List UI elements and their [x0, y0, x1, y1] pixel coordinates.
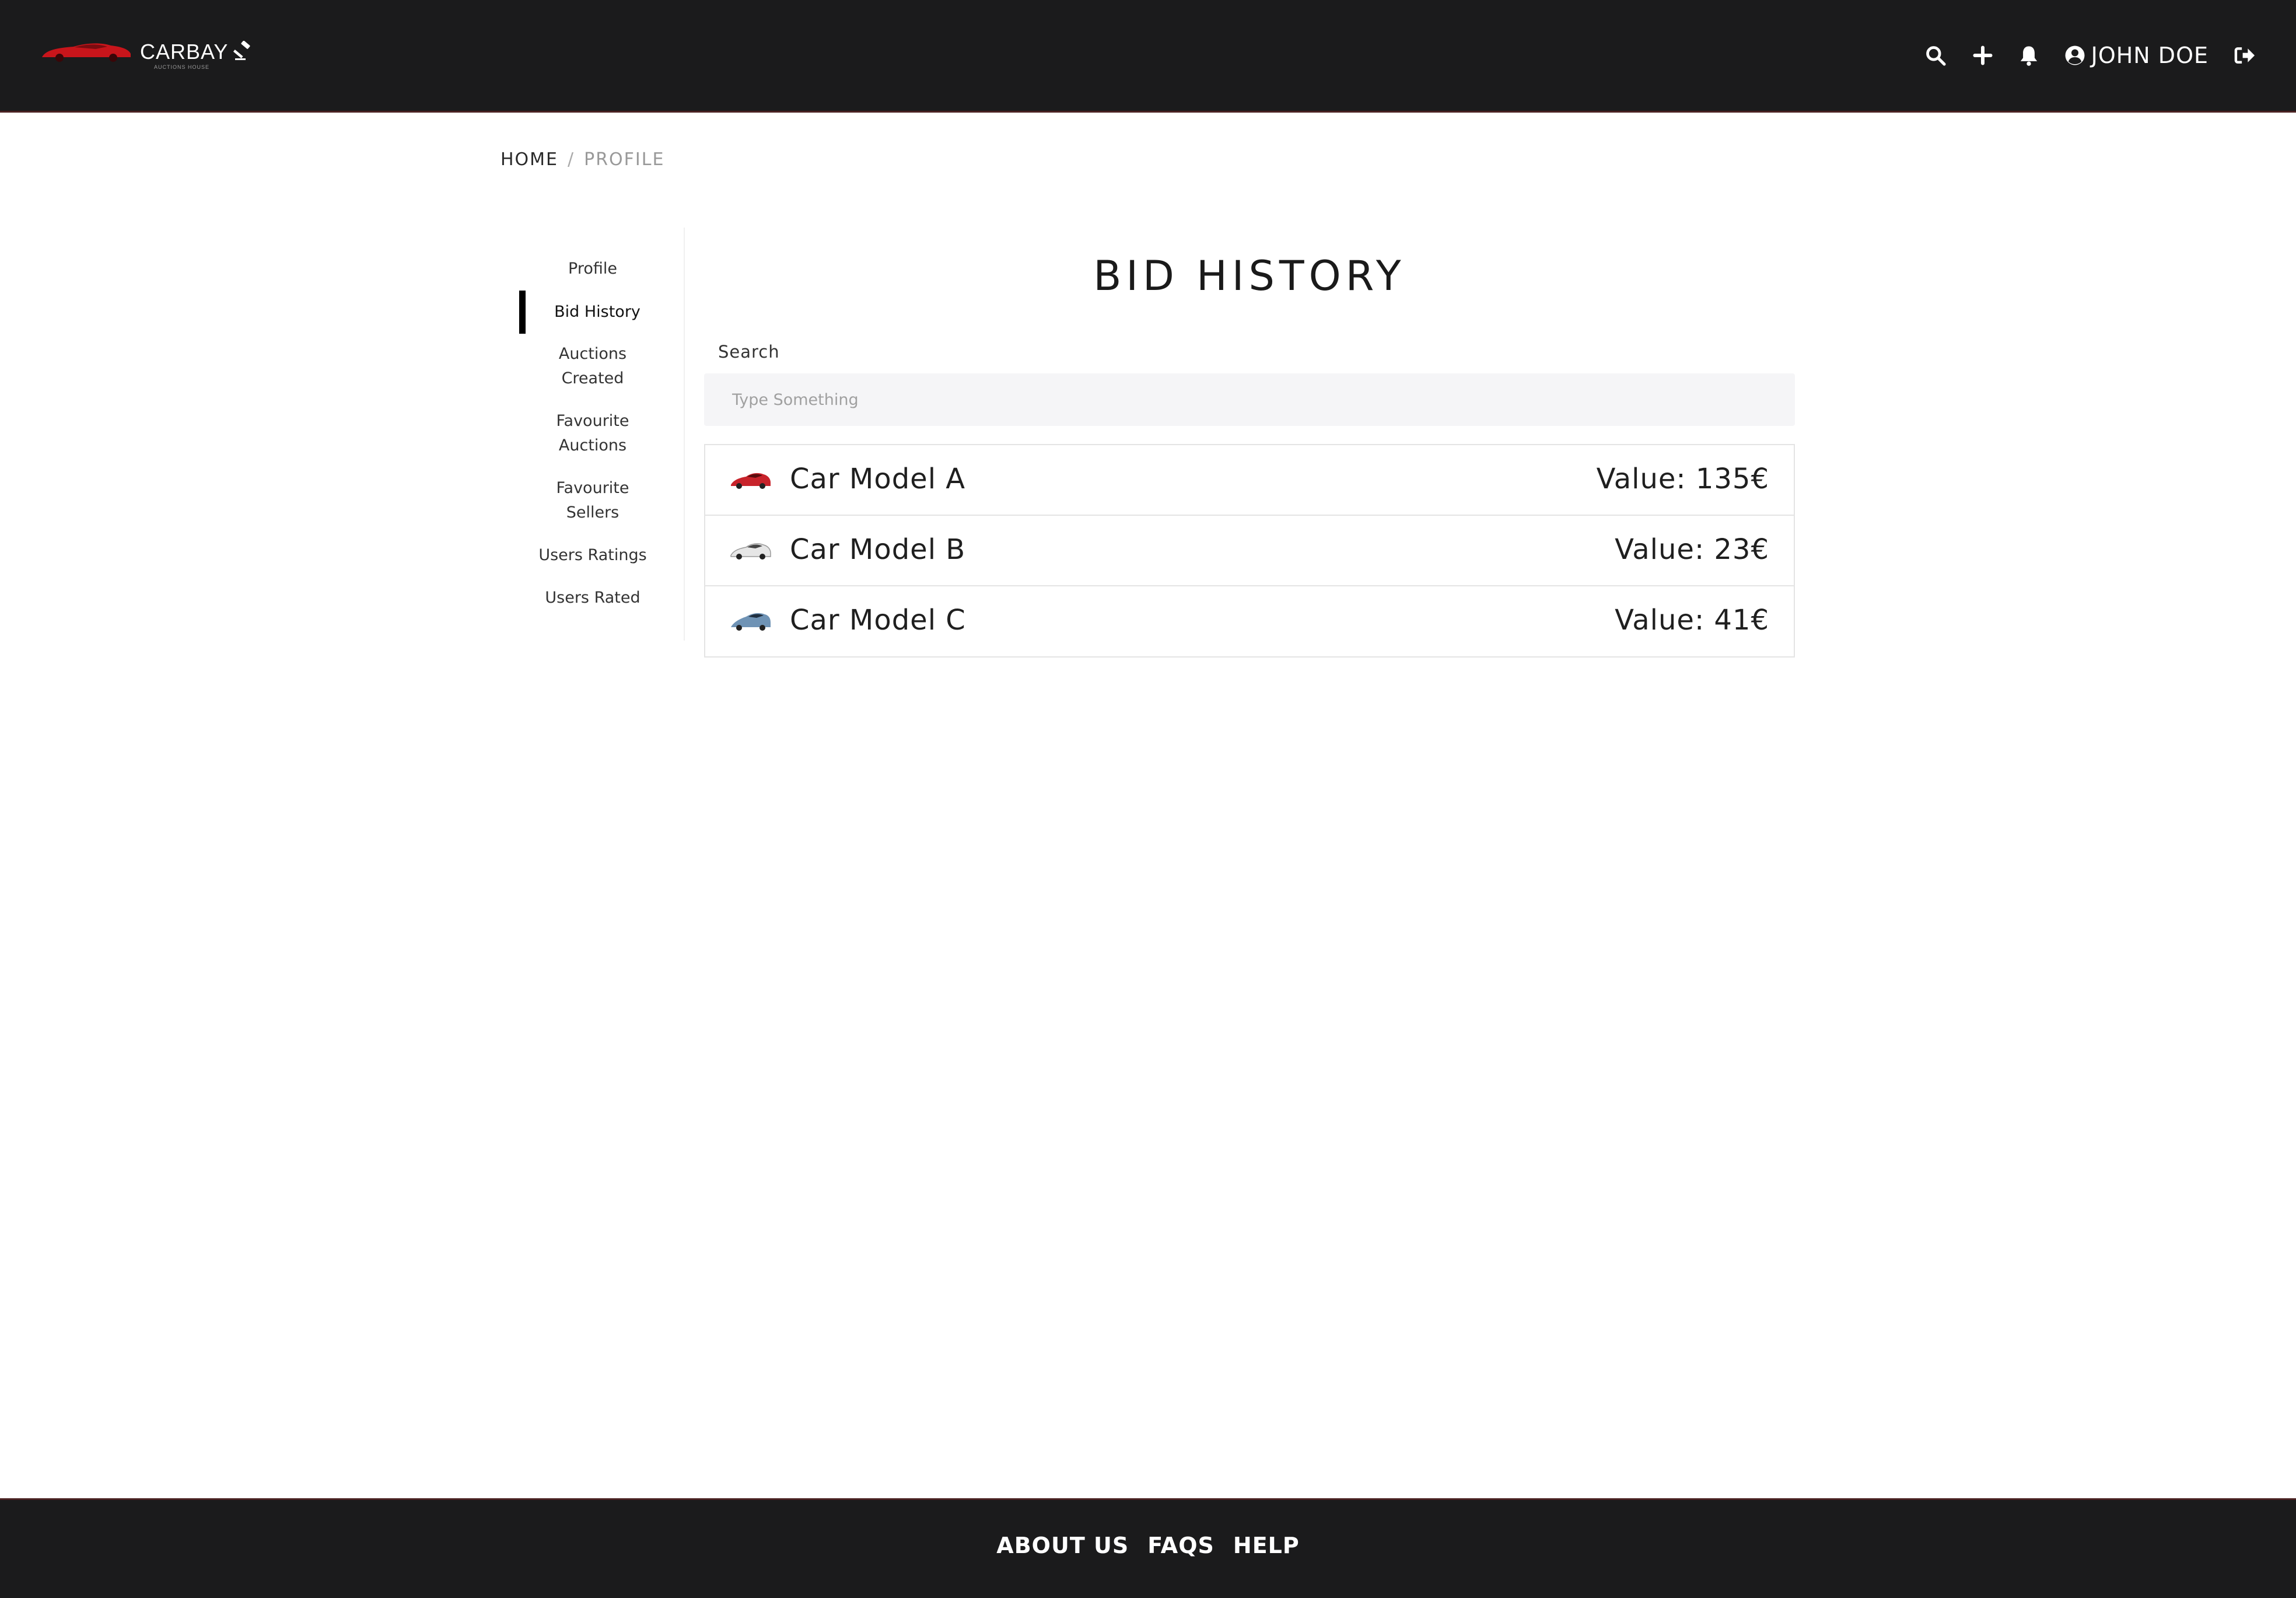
footer-help-link[interactable]: HELP [1233, 1533, 1300, 1558]
footer-faqs-link[interactable]: FAQS [1147, 1533, 1214, 1558]
bid-row[interactable]: Car Model B Value: 23€ [705, 516, 1794, 586]
sidebar-item-bid-history[interactable]: Bid History [518, 300, 677, 324]
top-navbar: CARBAY AUCTIONS HOUSE JOHN DOE [0, 0, 2296, 113]
bid-value: Value: 23€ [1615, 533, 1769, 566]
sidebar-item-favourite-sellers[interactable]: Favourite Sellers [513, 476, 672, 525]
sidebar-item-profile[interactable]: Profile [513, 257, 672, 281]
brand-name: CARBAY [140, 40, 229, 64]
navbar-actions: JOHN DOE [1899, 36, 2256, 75]
search-box [704, 373, 1795, 426]
search-icon[interactable] [1924, 44, 1947, 67]
car-name: Car Model C [790, 604, 966, 637]
breadcrumb-separator: / [568, 149, 575, 170]
bid-row[interactable]: Car Model C Value: 41€ [705, 586, 1794, 656]
bell-icon[interactable] [2019, 44, 2039, 67]
sidebar-item-auctions-created[interactable]: Auctions Created [513, 342, 672, 391]
car-thumbnail-icon [731, 473, 771, 489]
car-name: Car Model B [790, 533, 966, 566]
breadcrumb-current: PROFILE [584, 149, 665, 170]
search-label: Search [718, 342, 780, 362]
sign-out-icon[interactable] [2234, 46, 2256, 65]
breadcrumb-home-link[interactable]: HOME [501, 149, 558, 170]
sidebar-item-users-rated[interactable]: Users Rated [513, 586, 672, 610]
brand-car-icon [42, 43, 131, 62]
user-circle-icon [2065, 46, 2085, 65]
car-thumbnail-icon [730, 543, 771, 560]
brand-tagline: AUCTIONS HOUSE [154, 64, 210, 70]
car-thumbnail-icon [731, 613, 771, 631]
car-name: Car Model A [790, 463, 966, 495]
gavel-icon [233, 41, 250, 60]
sidebar-item-favourite-auctions[interactable]: Favourite Auctions [513, 409, 672, 458]
bid-value: Value: 41€ [1615, 604, 1769, 637]
breadcrumb: HOME / PROFILE [501, 149, 664, 170]
search-input[interactable] [704, 373, 1795, 426]
bid-history-list: Car Model A Value: 135€ Car Model B Valu… [704, 444, 1795, 658]
footer: ABOUT US FAQS HELP [0, 1498, 2296, 1598]
page-title: BID HISTORY [1093, 252, 1406, 300]
bid-row[interactable]: Car Model A Value: 135€ [705, 445, 1794, 516]
user-name: JOHN DOE [2091, 43, 2208, 68]
footer-about-us-link[interactable]: ABOUT US [996, 1533, 1129, 1558]
sidebar-item-users-ratings[interactable]: Users Ratings [513, 543, 672, 568]
profile-sidebar: Profile Bid History Auctions Created Fav… [513, 228, 685, 641]
bid-value: Value: 135€ [1596, 463, 1769, 495]
footer-links: ABOUT US FAQS HELP [0, 1533, 2296, 1558]
plus-icon[interactable] [1972, 45, 1993, 66]
user-menu[interactable]: JOHN DOE [2064, 43, 2208, 68]
